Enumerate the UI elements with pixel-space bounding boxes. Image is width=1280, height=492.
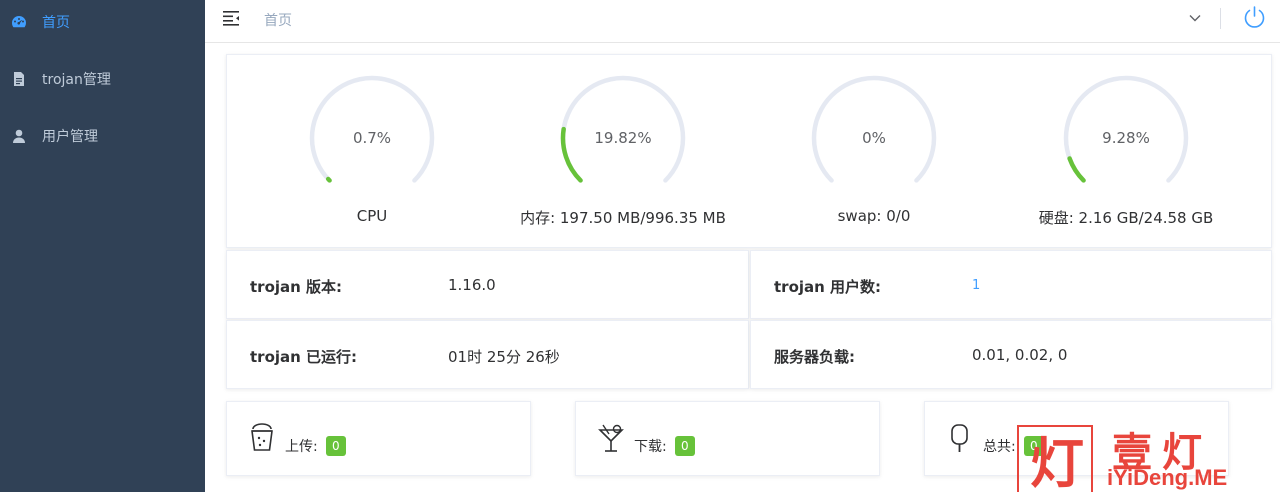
watermark-url: iYiDeng.ME <box>1107 465 1228 490</box>
version-label: trojan 版本: <box>250 278 343 296</box>
gauge-caption: 内存: 197.50 MB/996.35 MB <box>520 209 726 227</box>
dashboard-icon <box>10 13 28 31</box>
upload-badge: 0 <box>326 436 346 456</box>
gauge-caption: 硬盘: 2.16 GB/24.58 GB <box>1038 209 1214 227</box>
uptime-value: 01时 25分 26秒 <box>448 348 560 366</box>
download-card: 下载: 0 <box>575 401 880 476</box>
sidebar-item-label: 用户管理 <box>42 129 98 145</box>
watermark-logo-box: 灯 <box>1017 425 1093 492</box>
divider <box>1220 8 1221 29</box>
chevron-down-icon[interactable] <box>1188 11 1202 25</box>
download-badge: 0 <box>675 436 695 456</box>
breadcrumb[interactable]: 首页 <box>264 10 292 30</box>
gauge-percent: 9.28% <box>1102 129 1150 147</box>
gauge-percent: 19.82% <box>594 129 652 147</box>
top-navbar: 首页 <box>205 0 1280 43</box>
upload-label: 上传: <box>285 439 318 455</box>
upload-card: 上传: 0 <box>226 401 531 476</box>
total-label: 总共: <box>983 439 1016 455</box>
gauge-percent: 0% <box>862 129 886 147</box>
gauge-disk: 9.28% 硬盘: 2.16 GB/24.58 GB <box>1039 73 1213 253</box>
version-value: 1.16.0 <box>448 276 496 294</box>
gauge-swap: 0% swap: 0/0 <box>794 73 954 253</box>
uptime-label: trojan 已运行: <box>250 348 358 366</box>
gauge-memory: 19.82% 内存: 197.50 MB/996.35 MB <box>520 73 726 253</box>
watermark-logo-glyph: 灯 <box>1030 432 1084 492</box>
sidebar-item-home[interactable]: 首页 <box>0 0 205 50</box>
download-label: 下载: <box>634 439 667 455</box>
gauge-caption: swap: 0/0 <box>837 207 911 225</box>
gauge-cpu: 0.7% CPU <box>292 73 452 253</box>
users-label: trojan 用户数: <box>774 278 882 296</box>
document-icon <box>10 70 28 88</box>
users-card: trojan 用户数: 1 <box>750 250 1272 319</box>
sidebar: 首页 trojan管理 用户管理 <box>0 0 205 492</box>
gauge-fill <box>325 176 332 183</box>
load-label: 服务器负载: <box>774 348 855 366</box>
sidebar-item-label: trojan管理 <box>42 72 111 88</box>
users-value-link[interactable]: 1 <box>972 278 980 293</box>
gauge-fill <box>1067 156 1086 183</box>
load-card: 服务器负载: 0.01, 0.02, 0 <box>750 320 1272 389</box>
sidebar-item-trojan[interactable]: trojan管理 <box>0 51 205 107</box>
hamburger-icon[interactable] <box>222 9 242 27</box>
sidebar-item-label: 首页 <box>42 15 70 31</box>
user-icon <box>10 127 28 145</box>
cocktail-icon <box>598 424 624 452</box>
uptime-card: trojan 已运行: 01时 25分 26秒 <box>226 320 749 389</box>
ice-pop-icon <box>951 424 968 452</box>
cup-icon <box>251 423 273 451</box>
system-stats-card: 0.7% CPU 19.82% 内存: 197.50 MB/996.35 MB … <box>226 54 1272 248</box>
watermark-box-char: 灯 <box>1030 432 1084 492</box>
power-icon[interactable] <box>1242 5 1267 30</box>
gauge-percent: 0.7% <box>352 129 392 147</box>
load-value: 0.01, 0.02, 0 <box>972 346 1068 364</box>
gauge-caption: CPU <box>356 207 388 225</box>
sidebar-item-users[interactable]: 用户管理 <box>0 108 205 164</box>
version-card: trojan 版本: 1.16.0 <box>226 250 749 319</box>
